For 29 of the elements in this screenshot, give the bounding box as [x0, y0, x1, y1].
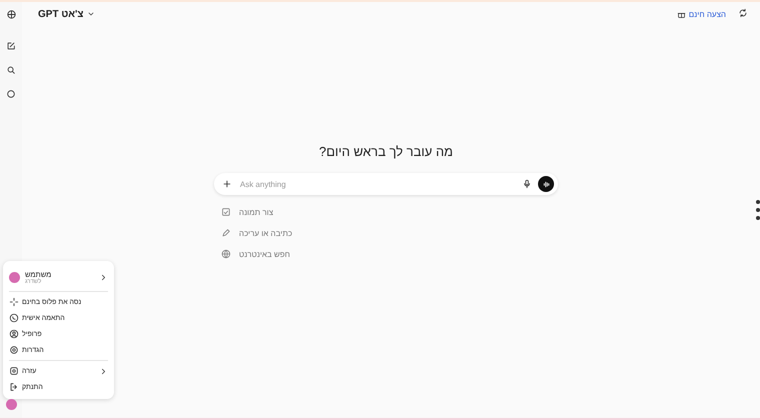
pencil-icon — [221, 228, 231, 238]
user-icon — [9, 329, 19, 339]
microphone-icon — [522, 179, 532, 189]
sparkle-icon — [9, 297, 19, 307]
chevron-right-icon — [99, 272, 108, 282]
refresh-icon — [738, 8, 748, 18]
logo-icon — [6, 9, 16, 20]
chat-icon — [6, 89, 16, 99]
settings-icon — [9, 345, 19, 355]
avatar-icon — [9, 272, 20, 282]
prompt-box[interactable]: Ask anything — [214, 173, 558, 195]
suggestion-link[interactable]: חפש באינטרנט — [239, 250, 290, 258]
voice-button[interactable] — [538, 176, 554, 192]
chevron-right-icon — [99, 366, 108, 376]
greeting-heading: מה עובר לך בראש היום? — [318, 144, 453, 159]
prompt-field[interactable]: Ask anything — [238, 178, 516, 190]
offer-link[interactable]: הצעה חינם — [676, 10, 726, 18]
globe-icon — [221, 249, 231, 259]
model-selector[interactable]: צ'אט GPT — [38, 8, 95, 20]
edit-icon — [6, 41, 16, 51]
logout-icon — [9, 382, 19, 392]
suggestion-link[interactable]: צור תמונה — [239, 208, 274, 216]
caret-icon — [86, 10, 95, 18]
image-icon — [221, 207, 231, 217]
dots-icon — [756, 199, 760, 221]
plus-icon — [222, 179, 232, 189]
search-icon — [6, 65, 16, 75]
waveform-icon — [542, 180, 550, 188]
suggestion-link[interactable]: כתיבה או עריכה — [239, 228, 292, 238]
